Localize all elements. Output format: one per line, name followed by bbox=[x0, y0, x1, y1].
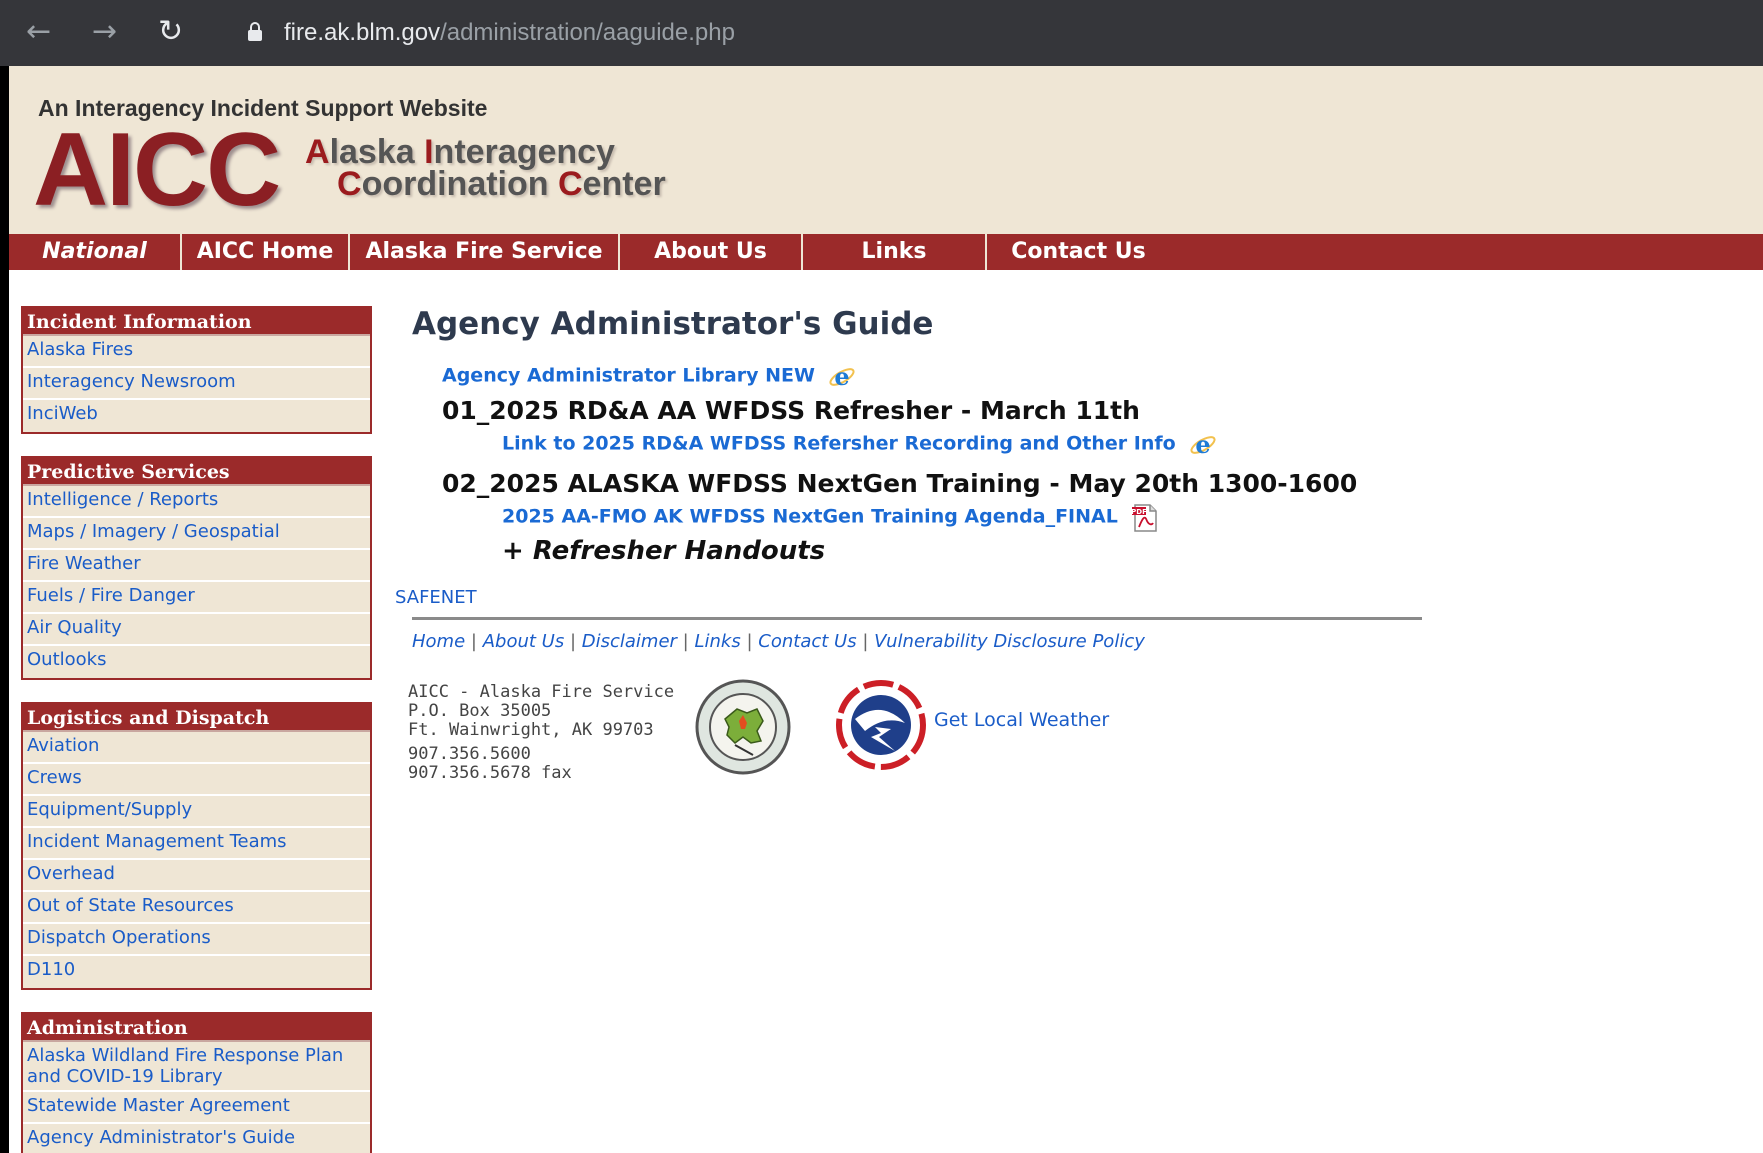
sidebar-item-crews[interactable]: Crews bbox=[23, 764, 370, 796]
sidebar-item-d110[interactable]: D110 bbox=[23, 956, 370, 988]
footer-divider bbox=[412, 617, 1422, 620]
sidebar-item-alaska-fires[interactable]: Alaska Fires bbox=[23, 336, 370, 368]
menu-aicc-home[interactable]: AICC Home bbox=[182, 234, 350, 270]
sidebar-item-fuels-fire-danger[interactable]: Fuels / Fire Danger bbox=[23, 582, 370, 614]
footer-link-home[interactable]: Home bbox=[412, 631, 465, 652]
menu-links[interactable]: Links bbox=[803, 234, 987, 270]
phone-number: 907.356.5600 bbox=[408, 744, 531, 764]
address-bar[interactable]: fire.ak.blm.gov/administration/aaguide.p… bbox=[284, 16, 735, 50]
sidebar-heading: Incident Information bbox=[23, 308, 370, 336]
sidebar-item-equipment-supply[interactable]: Equipment/Supply bbox=[23, 796, 370, 828]
section2-title: 02_2025 ALASKA WFDSS NextGen Training - … bbox=[442, 469, 1358, 498]
sidebar-item-inciweb[interactable]: InciWeb bbox=[23, 400, 370, 432]
refresher-handouts-toggle[interactable]: + Refresher Handouts bbox=[502, 536, 825, 566]
menu-alaska-fire-service[interactable]: Alaska Fire Service bbox=[350, 234, 620, 270]
footer-link-links[interactable]: Links bbox=[694, 631, 740, 652]
section1-title: 01_2025 RD&A AA WFDSS Refresher - March … bbox=[442, 396, 1140, 425]
main-menu: National AICC Home Alaska Fire Service A… bbox=[9, 234, 1763, 270]
sidebar-item-fire-weather[interactable]: Fire Weather bbox=[23, 550, 370, 582]
lock-icon[interactable] bbox=[248, 22, 262, 41]
reload-icon[interactable]: ↻ bbox=[158, 12, 183, 52]
sidebar-item-aviation[interactable]: Aviation bbox=[23, 732, 370, 764]
sidebar-item-incident-management-teams[interactable]: Incident Management Teams bbox=[23, 828, 370, 860]
url-path: /administration/aaguide.php bbox=[440, 19, 735, 46]
sidebar-predictive-services: Predictive Services Intelligence / Repor… bbox=[21, 456, 372, 680]
footer-link-vulnerability-policy[interactable]: Vulnerability Disclosure Policy bbox=[874, 631, 1145, 652]
url-host: fire.ak.blm.gov bbox=[284, 19, 441, 46]
training-agenda-link[interactable]: 2025 AA-FMO AK WFDSS NextGen Training Ag… bbox=[502, 506, 1118, 528]
footer-link-disclaimer[interactable]: Disclaimer bbox=[582, 631, 677, 652]
sidebar-item-interagency-newsroom[interactable]: Interagency Newsroom bbox=[23, 368, 370, 400]
sidebar-item-response-plan[interactable]: Alaska Wildland Fire Response Plan and C… bbox=[23, 1042, 370, 1092]
page-title: Agency Administrator's Guide bbox=[412, 306, 934, 342]
sidebar-item-outlooks[interactable]: Outlooks bbox=[23, 646, 370, 678]
fax-number: 907.356.5678 fax bbox=[408, 763, 572, 783]
get-local-weather-link[interactable]: Get Local Weather bbox=[934, 709, 1109, 731]
contact-address: AICC - Alaska Fire Service P.O. Box 3500… bbox=[408, 683, 674, 783]
sidebar-item-intelligence-reports[interactable]: Intelligence / Reports bbox=[23, 486, 370, 518]
sidebar-item-out-of-state-resources[interactable]: Out of State Resources bbox=[23, 892, 370, 924]
svg-text:PDF: PDF bbox=[1131, 508, 1147, 516]
sidebar-heading: Predictive Services bbox=[23, 458, 370, 486]
safenet-link[interactable]: SAFENET bbox=[395, 587, 477, 608]
aicc-logo[interactable]: AICC bbox=[33, 118, 281, 222]
sidebar-item-maps-imagery[interactable]: Maps / Imagery / Geospatial bbox=[23, 518, 370, 550]
aa-library-link[interactable]: Agency Administrator Library NEW bbox=[442, 365, 815, 387]
menu-contact-us[interactable]: Contact Us bbox=[987, 234, 1170, 270]
internet-explorer-icon: e bbox=[1190, 431, 1216, 459]
sidebar-administration: Administration Alaska Wildland Fire Resp… bbox=[21, 1012, 372, 1153]
refresher-recording-link[interactable]: Link to 2025 RD&A WFDSS Refersher Record… bbox=[502, 433, 1176, 455]
address-line: Ft. Wainwright, AK 99703 bbox=[408, 720, 654, 740]
footer-link-about-us[interactable]: About Us bbox=[483, 631, 565, 652]
sidebar-item-master-agreement[interactable]: Statewide Master Agreement bbox=[23, 1092, 370, 1124]
svg-text:e: e bbox=[1195, 431, 1210, 459]
address-line: AICC - Alaska Fire Service bbox=[408, 682, 675, 702]
national-weather-service-logo-icon bbox=[836, 680, 926, 770]
sidebar-logistics-dispatch: Logistics and Dispatch Aviation Crews Eq… bbox=[21, 702, 372, 990]
sidebar-item-overhead[interactable]: Overhead bbox=[23, 860, 370, 892]
web-page: An Interagency Incident Support Website … bbox=[9, 66, 1763, 1153]
back-arrow-icon[interactable]: ← bbox=[26, 12, 51, 52]
address-line: P.O. Box 35005 bbox=[408, 701, 552, 721]
site-header: An Interagency Incident Support Website … bbox=[9, 66, 1763, 234]
section2-link-row: 2025 AA-FMO AK WFDSS NextGen Training Ag… bbox=[502, 503, 1159, 533]
menu-national[interactable]: National bbox=[9, 234, 182, 270]
forward-arrow-icon[interactable]: → bbox=[92, 12, 117, 52]
svg-text:e: e bbox=[834, 363, 849, 391]
footer-link-contact-us[interactable]: Contact Us bbox=[758, 631, 856, 652]
sidebar-heading: Administration bbox=[23, 1014, 370, 1042]
section1-link-row: Link to 2025 RD&A WFDSS Refersher Record… bbox=[502, 431, 1217, 459]
pdf-icon: PDF bbox=[1131, 504, 1157, 532]
sidebar-item-air-quality[interactable]: Air Quality bbox=[23, 614, 370, 646]
alaska-fire-service-seal-icon bbox=[695, 679, 791, 775]
library-row: Agency Administrator Library NEW e bbox=[442, 363, 856, 391]
sidebar-item-dispatch-operations[interactable]: Dispatch Operations bbox=[23, 924, 370, 956]
internet-explorer-icon: e bbox=[829, 363, 855, 391]
sidebar-incident-information: Incident Information Alaska Fires Intera… bbox=[21, 306, 372, 434]
footer-links: Home | About Us | Disclaimer | Links | C… bbox=[412, 631, 1145, 652]
menu-about-us[interactable]: About Us bbox=[620, 234, 803, 270]
sidebar-heading: Logistics and Dispatch bbox=[23, 704, 370, 732]
org-name: Alaska Interagency Coordination Center bbox=[305, 133, 666, 203]
sidebar-item-aa-guide[interactable]: Agency Administrator's Guide bbox=[23, 1124, 370, 1153]
browser-toolbar: ← → ↻ fire.ak.blm.gov/administration/aag… bbox=[0, 0, 1763, 66]
